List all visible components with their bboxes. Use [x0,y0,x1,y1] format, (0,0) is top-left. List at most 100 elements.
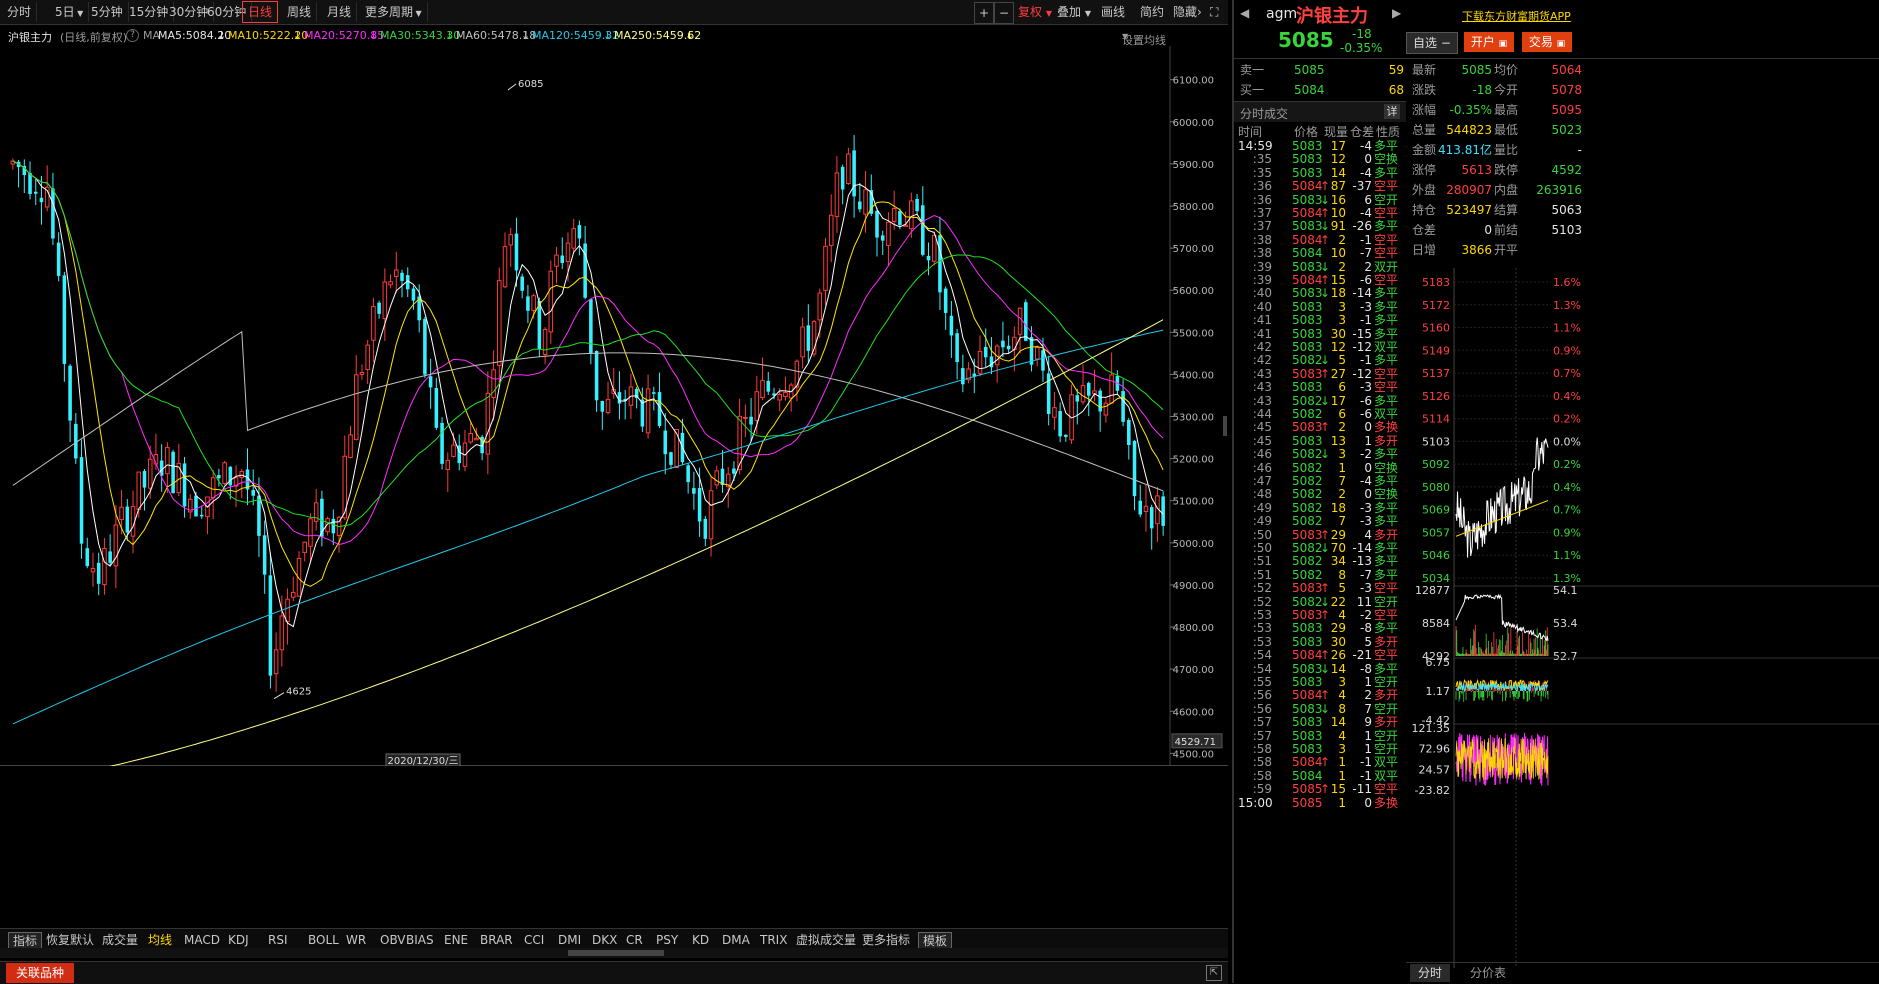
mini-indicator-label: 6.75 [1426,656,1451,669]
indicator-tab[interactable]: ENE [440,932,472,948]
prev-contract-icon[interactable]: ◀ [1240,6,1249,20]
overlay-label: 叠加 [1057,5,1082,19]
period-tab[interactable]: 5日 ▼ [50,2,90,22]
stat-label: 今开 [1494,83,1519,97]
indicator-tab[interactable]: CR [622,932,647,948]
draw-line-button[interactable]: 画线 [1096,2,1130,22]
hide-label: 隐藏 [1173,5,1198,19]
period-tab[interactable]: 周线 [282,2,318,22]
indicator-tab[interactable]: BOLL [304,932,343,948]
candle-body [909,200,914,230]
indicator-tab[interactable]: PSY [652,932,682,948]
scroll-thumb[interactable] [568,950,664,956]
indicator-tab[interactable]: DMA [718,932,754,948]
mini-price-label: 5126 [1422,390,1450,403]
help-icon[interactable]: ? [126,29,139,42]
chevron-down-icon: ▼ [1122,32,1129,41]
indicator-tab[interactable]: 恢复默认 [42,932,98,948]
indicator-tab[interactable]: CCI [520,932,548,948]
mini-osc-label: -23.82 [1415,784,1450,797]
indicator-tab[interactable]: BRAR [476,932,517,948]
indicator-tab[interactable]: WR [342,932,370,948]
fullscreen-icon[interactable]: ⛶ [1208,2,1220,22]
open-account-button[interactable]: 开户 ▣ [1464,32,1514,52]
crosshair-price-label: 4529.71 [1175,737,1216,748]
mini-pct-label: 0.0% [1553,435,1581,448]
period-tab[interactable]: 月线 [322,2,358,22]
mini-price-label: 5080 [1422,481,1450,494]
indicator-tab[interactable]: RSI [264,932,292,948]
candle-body [388,281,393,286]
mini-tabs: 分时 分价表 [1406,962,1879,984]
indicator-tab[interactable]: KD [688,932,713,948]
candle-body [720,468,725,485]
collapse-handle[interactable] [1223,416,1227,436]
indicator-tab[interactable]: MACD [180,932,224,948]
stat-value: 5085 [1461,63,1492,77]
arrow-down-icon: ↓ [521,29,531,42]
indicator-tab[interactable]: 成交量 [98,932,142,948]
simple-mode-button[interactable]: 简约 [1135,2,1169,22]
zoom-in-button[interactable]: + [974,2,995,24]
candle-body [915,198,919,212]
chart-scrollbar[interactable] [0,948,1228,958]
ma10-line [12,160,1164,587]
indicator-tab[interactable]: 更多指标 [858,932,914,948]
mini-price-label: 5057 [1422,526,1450,539]
indicator-tab[interactable]: BIAS [402,932,438,948]
stat-value [1522,240,1582,260]
candle-body [222,462,227,485]
arrow-down-icon: ↓ [603,29,613,42]
download-app-link[interactable]: 下载东方财富期货APP [1462,8,1571,24]
intraday-mini-chart[interactable]: 5183 1.6% 5172 1.3% 5160 1.1% 5149 0.9% 5137 0.7%… [1406,268,1879,973]
hide-button[interactable]: 隐藏› [1168,2,1207,22]
tab-price-table[interactable]: 分价表 [1462,964,1514,982]
kline-chart[interactable]: 6100.00 6000.00 5900.00 5800.00 5700.00 5600.… [0,46,1228,766]
trades-detail-button[interactable]: 详 [1384,104,1400,119]
favorite-button[interactable]: 自选 − [1406,32,1458,54]
indicator-tab[interactable]: 虚拟成交量 [792,932,860,948]
mini-pct-label: 0.7% [1553,504,1581,517]
indicator-tab[interactable]: TRIX [756,932,791,948]
next-contract-icon[interactable]: ▶ [1392,6,1401,20]
stat-label: 总量 [1412,123,1437,137]
candle-body [468,432,473,443]
period-tab[interactable]: 5分钟 [86,2,129,22]
mini-price-label: 5137 [1422,367,1450,380]
candle-body [377,302,381,314]
expand-icon[interactable]: ⇱ [1206,965,1222,981]
candle-body [51,188,55,239]
ask-price: 5085 [1294,63,1325,77]
period-tab[interactable]: 日线 [242,1,279,23]
candle-body [423,318,427,375]
fuquan-dropdown[interactable]: 复权 ▼ [1013,2,1057,22]
bottom-bar: 关联品种 ⇱ [0,961,1228,984]
zoom-out-button[interactable]: − [994,2,1015,24]
candle-body [817,292,823,321]
indicator-tab[interactable]: KDJ [224,932,253,948]
ma-legend: 沪银主力 (日线,前复权) ? MA MA5:5084.20 ↓ MA10:52… [0,26,1228,47]
indicator-tab[interactable]: DMI [554,932,585,948]
period-tab[interactable]: 分时 [2,2,38,22]
mini-osc-label: 121.35 [1412,722,1451,735]
candle-body [663,430,668,455]
candle-body [291,591,296,598]
tab-intraday[interactable]: 分时 [1410,964,1451,982]
candle-body [514,233,519,271]
overlay-dropdown[interactable]: 叠加 ▼ [1052,2,1096,22]
period-tab[interactable]: 更多周期 ▼ [360,2,428,22]
indicator-tab[interactable]: DKX [588,932,621,948]
candle-body [365,344,370,371]
candle-body [875,210,879,238]
candle-body [331,518,336,534]
candle-body [542,328,548,355]
price-change: -18 [1352,27,1372,41]
trade-button[interactable]: 交易 ▣ [1522,32,1572,52]
y-tick-label: 4800.00 [1173,623,1214,634]
trade-price: 5085 [1292,795,1323,810]
candle-body [732,468,736,474]
low-marker-label: 4625 [286,687,311,698]
indicator-tab[interactable]: 均线 [144,932,176,948]
candle-body [251,489,255,496]
related-products-button[interactable]: 关联品种 [6,963,75,983]
